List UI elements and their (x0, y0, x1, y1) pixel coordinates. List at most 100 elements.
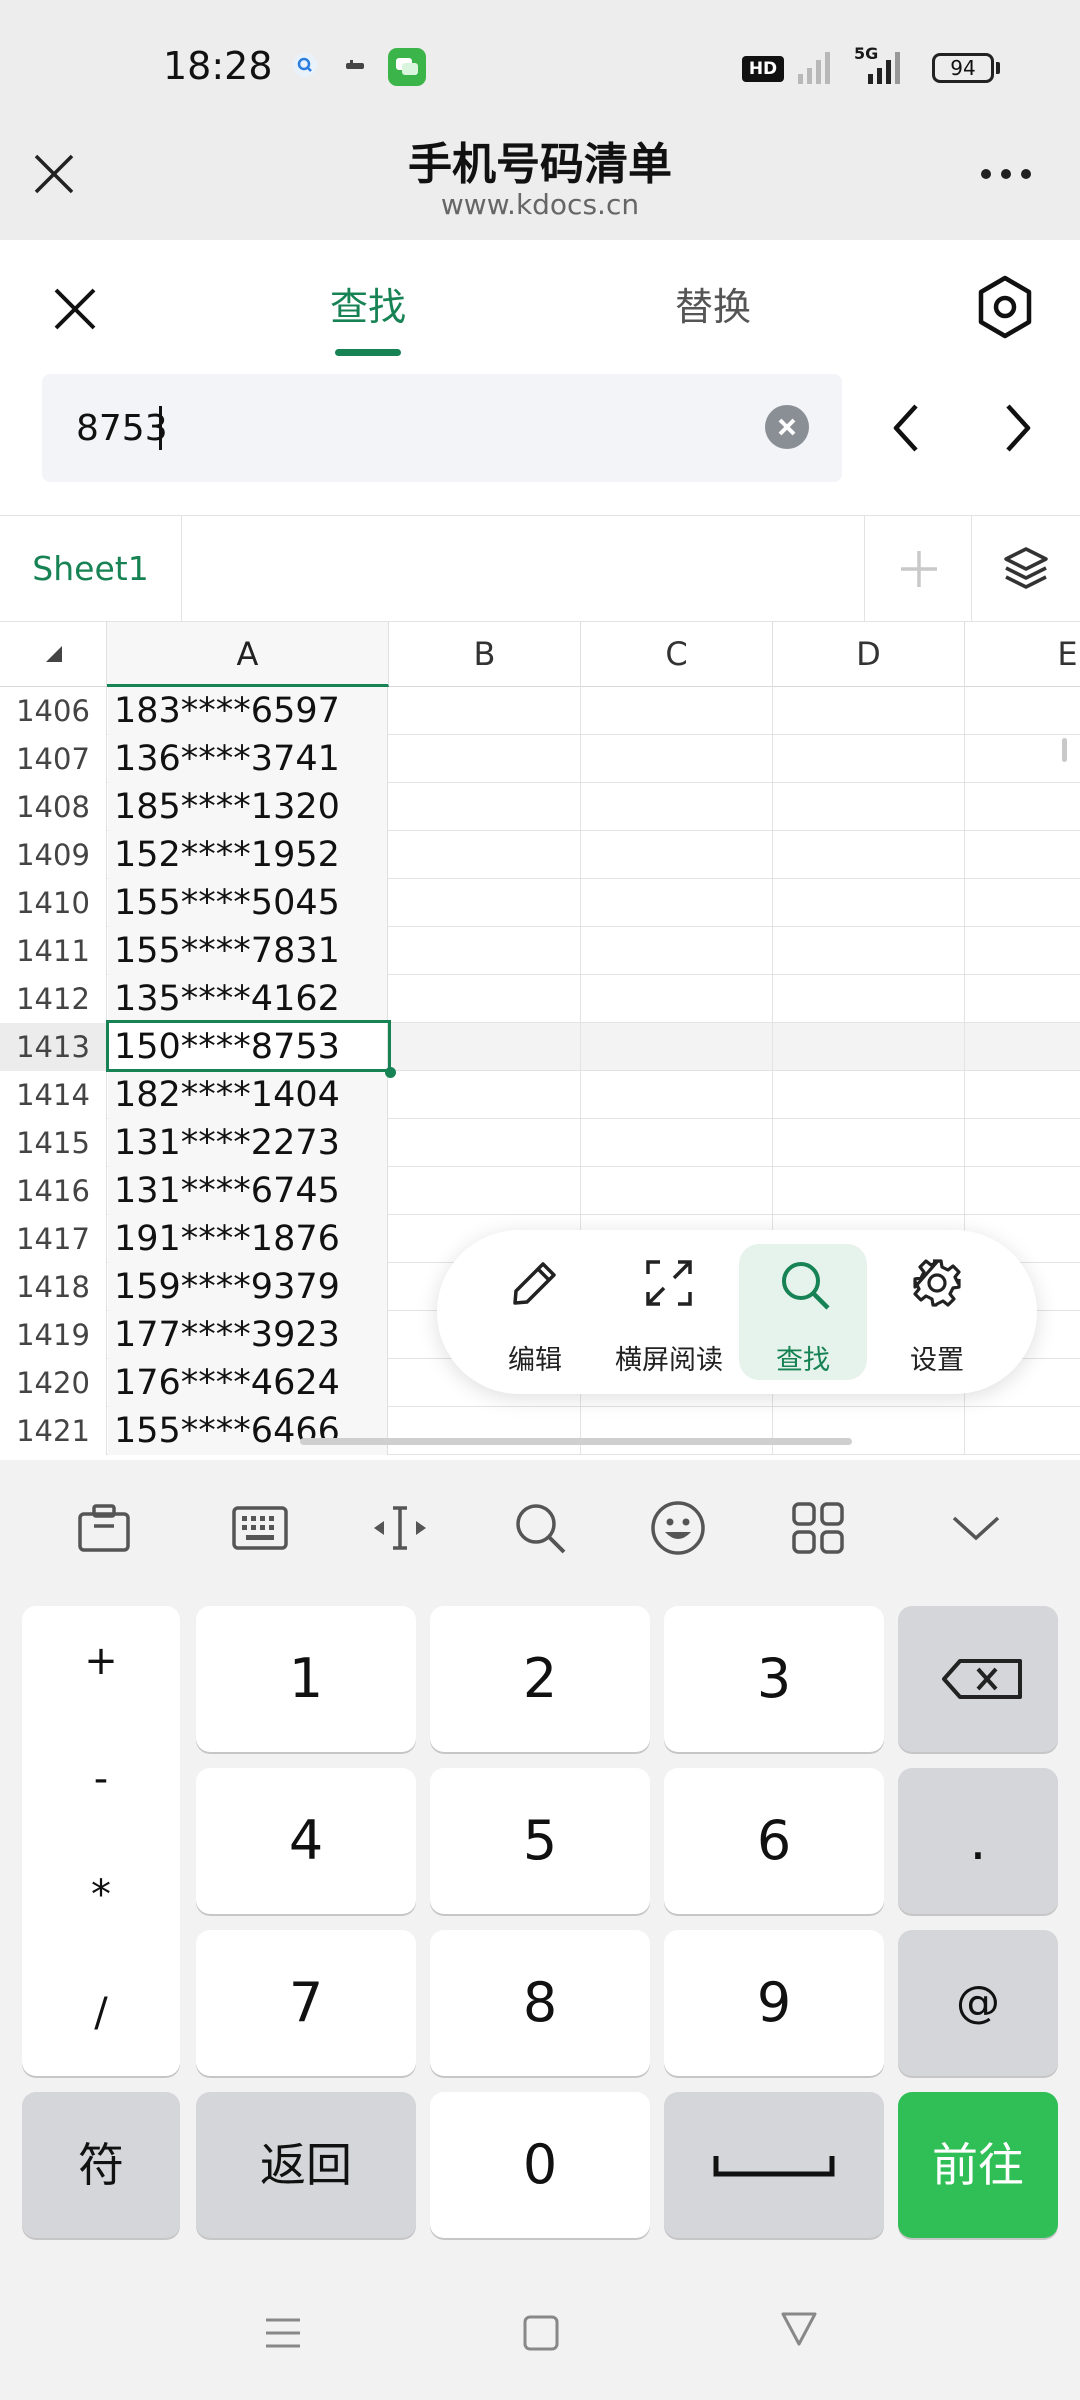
cell-d[interactable] (773, 879, 965, 927)
landscape-read-button[interactable]: 横屏阅读 (605, 1244, 733, 1380)
row-number[interactable]: 1415 (0, 1119, 107, 1167)
cell-d[interactable] (773, 1167, 965, 1215)
cell-a[interactable]: 182****1404 (108, 1071, 388, 1119)
previous-result-icon[interactable] (886, 400, 926, 456)
key-2[interactable]: 2 (430, 1606, 650, 1752)
column-header-c[interactable]: C (581, 622, 773, 687)
edit-button[interactable]: 编辑 (471, 1244, 599, 1380)
tab-find[interactable]: 查找 (268, 276, 468, 331)
row-number[interactable]: 1407 (0, 735, 107, 783)
find-button[interactable]: 查找 (739, 1244, 867, 1380)
cell-c[interactable] (581, 1407, 773, 1455)
cell-c[interactable] (581, 1167, 773, 1215)
cell-a[interactable]: 135****4162 (108, 975, 388, 1023)
cell-a[interactable]: 159****9379 (108, 1263, 388, 1311)
cell-d[interactable] (773, 1119, 965, 1167)
next-result-icon[interactable] (998, 400, 1038, 456)
cell-a[interactable]: 183****6597 (108, 687, 388, 735)
row-number[interactable]: 1413 (0, 1023, 107, 1071)
sheet-tab-sheet1[interactable]: Sheet1 (0, 515, 182, 622)
layers-icon[interactable] (972, 515, 1080, 622)
cursor-move-icon[interactable] (372, 1500, 428, 1556)
cell-c[interactable] (581, 1023, 773, 1071)
keyboard-icon[interactable] (232, 1500, 288, 1556)
key-dot[interactable]: . (898, 1768, 1058, 1914)
cell-e[interactable] (965, 1167, 1080, 1215)
cell-e[interactable] (965, 687, 1080, 735)
menu-nav-icon[interactable] (262, 2312, 304, 2354)
clipboard-icon[interactable] (76, 1500, 132, 1556)
cell-b[interactable] (389, 783, 581, 831)
cell-c[interactable] (581, 687, 773, 735)
add-sheet-button[interactable] (864, 515, 972, 622)
cell-c[interactable] (581, 783, 773, 831)
cell-a[interactable]: 131****6745 (108, 1167, 388, 1215)
column-header-b[interactable]: B (389, 622, 581, 687)
cell-e[interactable] (965, 831, 1080, 879)
key-divide[interactable]: / (22, 1990, 180, 2036)
key-0[interactable]: 0 (430, 2092, 650, 2238)
find-settings-icon[interactable] (972, 272, 1038, 342)
cell-b[interactable] (389, 687, 581, 735)
go-key[interactable]: 前往 (898, 2092, 1058, 2238)
key-9[interactable]: 9 (664, 1930, 884, 2076)
row-number[interactable]: 1416 (0, 1167, 107, 1215)
back-key[interactable]: 返回 (196, 2092, 416, 2238)
search-input[interactable] (76, 400, 676, 456)
vertical-scrollbar[interactable] (1062, 738, 1067, 762)
cell-e[interactable] (965, 1071, 1080, 1119)
key-plus[interactable]: + (22, 1638, 180, 1684)
key-5[interactable]: 5 (430, 1768, 650, 1914)
key-7[interactable]: 7 (196, 1930, 416, 2076)
column-header-e[interactable]: E (965, 622, 1080, 687)
cell-a[interactable]: 191****1876 (108, 1215, 388, 1263)
tab-replace[interactable]: 替换 (613, 276, 813, 331)
cell-d[interactable] (773, 687, 965, 735)
key-3[interactable]: 3 (664, 1606, 884, 1752)
cell-a[interactable]: 155****5045 (108, 879, 388, 927)
apps-grid-icon[interactable] (790, 1500, 846, 1556)
cell-a[interactable]: 176****4624 (108, 1359, 388, 1407)
cell-d[interactable] (773, 735, 965, 783)
cell-b[interactable] (389, 1119, 581, 1167)
cell-e[interactable] (965, 975, 1080, 1023)
row-number[interactable]: 1411 (0, 927, 107, 975)
row-number[interactable]: 1414 (0, 1071, 107, 1119)
cell-c[interactable] (581, 735, 773, 783)
cell-b[interactable] (389, 927, 581, 975)
cell-d[interactable] (773, 831, 965, 879)
key-multiply[interactable]: * (22, 1872, 180, 1918)
row-number[interactable]: 1406 (0, 687, 107, 735)
key-8[interactable]: 8 (430, 1930, 650, 2076)
keyboard-search-icon[interactable] (512, 1500, 568, 1556)
row-number[interactable]: 1418 (0, 1263, 107, 1311)
cell-c[interactable] (581, 879, 773, 927)
row-number[interactable]: 1420 (0, 1359, 107, 1407)
cell-b[interactable] (389, 1023, 581, 1071)
back-nav-icon[interactable] (778, 2308, 820, 2350)
cell-a[interactable]: 136****3741 (108, 735, 388, 783)
row-number[interactable]: 1417 (0, 1215, 107, 1263)
row-number[interactable]: 1408 (0, 783, 107, 831)
key-4[interactable]: 4 (196, 1768, 416, 1914)
column-header-a[interactable]: A (107, 622, 389, 687)
backspace-key[interactable] (898, 1606, 1058, 1752)
row-number[interactable]: 1410 (0, 879, 107, 927)
cell-b[interactable] (389, 735, 581, 783)
column-header-d[interactable]: D (773, 622, 965, 687)
settings-button[interactable]: 设置 (873, 1244, 1001, 1380)
cell-a[interactable]: 131****2273 (108, 1119, 388, 1167)
cell-d[interactable] (773, 783, 965, 831)
cell-c[interactable] (581, 831, 773, 879)
cell-d[interactable] (773, 1407, 965, 1455)
cell-d[interactable] (773, 1023, 965, 1071)
horizontal-scrollbar[interactable] (300, 1438, 852, 1445)
cell-b[interactable] (389, 975, 581, 1023)
cell-a[interactable]: 152****1952 (108, 831, 388, 879)
key-6[interactable]: 6 (664, 1768, 884, 1914)
row-number[interactable]: 1409 (0, 831, 107, 879)
key-at[interactable]: @ (898, 1930, 1058, 2076)
row-number[interactable]: 1412 (0, 975, 107, 1023)
row-number[interactable]: 1419 (0, 1311, 107, 1359)
cell-b[interactable] (389, 1167, 581, 1215)
